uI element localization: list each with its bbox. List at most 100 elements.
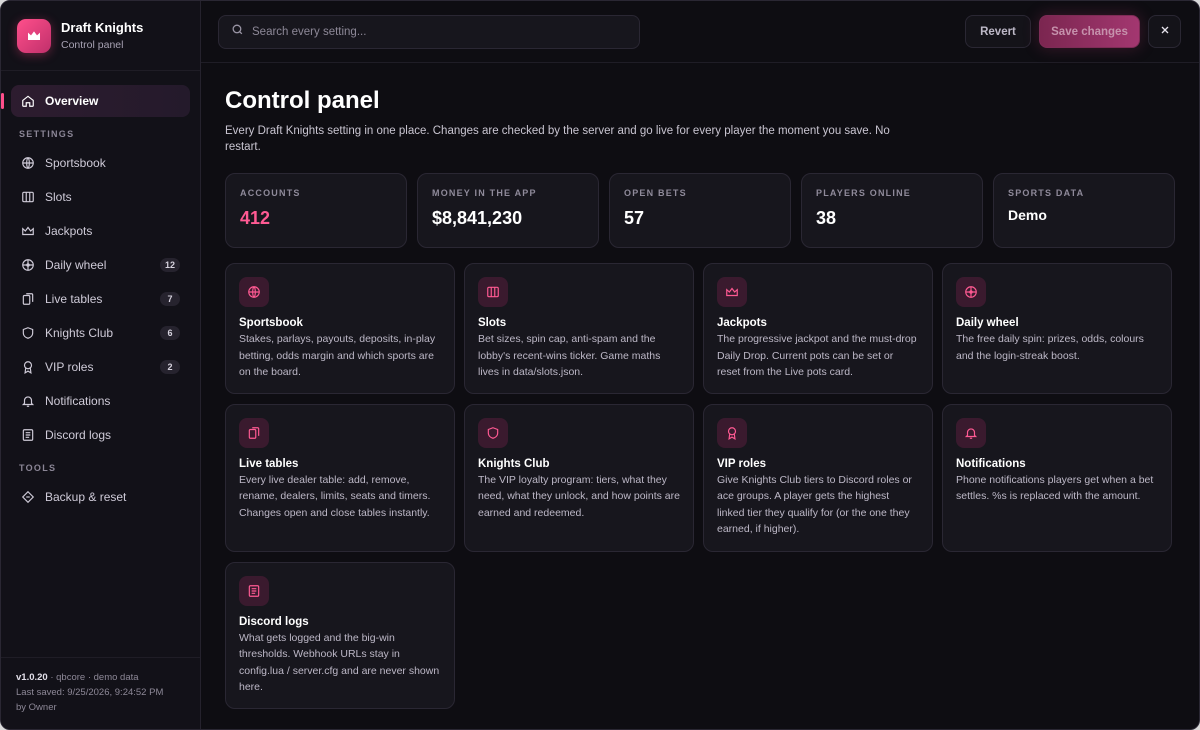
settings-section-label: SETTINGS [19, 129, 75, 139]
card-description: The VIP loyalty program: tiers, what the… [478, 473, 680, 519]
stat-card-money: MONEY IN THE APP $8,841,230 [417, 173, 599, 248]
columns-icon [478, 277, 508, 307]
app-window: Draft Knights Control panel Overview SET… [0, 0, 1200, 730]
card-title: Live tables [239, 457, 299, 470]
stat-value: $8,841,230 [432, 208, 523, 228]
close-icon [1159, 24, 1171, 39]
sidebar-item-slots[interactable]: Slots [11, 181, 190, 213]
search-icon [231, 23, 244, 41]
close-button[interactable] [1148, 15, 1181, 48]
sidebar-item-daily-wheel[interactable]: Daily wheel 12 [11, 249, 190, 281]
version-text: v1.0.20 [16, 672, 48, 683]
main-area: Revert Save changes Control panel Every … [201, 1, 1199, 729]
card-title: Daily wheel [956, 317, 1019, 329]
sidebar-item-sportsbook[interactable]: Sportsbook [11, 147, 190, 179]
brand-name: Draft Knights [61, 20, 144, 35]
columns-icon [21, 190, 35, 204]
sidebar-item-vip-roles[interactable]: VIP roles 2 [11, 351, 190, 383]
card-notifications[interactable]: Notifications Phone notifications player… [942, 403, 1172, 552]
sidebar-item-label: Sportsbook [45, 156, 106, 170]
revert-button[interactable]: Revert [965, 15, 1031, 48]
stat-label: MONEY IN THE APP [432, 188, 537, 198]
card-jackpots[interactable]: Jackpots The progressive jackpot and the… [703, 263, 933, 394]
crown-icon [717, 277, 747, 307]
diamond-arrow-icon [21, 490, 35, 504]
sidebar-footer: v1.0.20 · qbcore · demo data Last saved:… [1, 657, 200, 729]
count-badge: 6 [160, 326, 180, 340]
count-badge: 7 [160, 292, 180, 306]
sidebar-item-overview[interactable]: Overview [1, 85, 190, 117]
card-title: Sportsbook [239, 317, 303, 329]
card-sportsbook[interactable]: Sportsbook Stakes, parlays, payouts, dep… [225, 263, 455, 394]
brand: Draft Knights Control panel [1, 1, 200, 71]
card-title: Knights Club [478, 457, 550, 470]
bell-icon [21, 394, 35, 408]
crown-icon [21, 224, 35, 238]
save-changes-button[interactable]: Save changes [1039, 15, 1140, 48]
document-icon [239, 575, 269, 606]
home-icon [21, 94, 35, 108]
stats-row: ACCOUNTS 412 MONEY IN THE APP $8,841,230… [225, 173, 1175, 248]
sidebar-item-notifications[interactable]: Notifications [11, 385, 190, 417]
shield-icon [21, 326, 35, 340]
card-live-tables[interactable]: Live tables Every live dealer table: add… [225, 403, 455, 552]
stat-card-open-bets: OPEN BETS 57 [609, 173, 791, 248]
page-description: Every Draft Knights setting in one place… [225, 125, 890, 153]
stat-label: PLAYERS ONLINE [816, 188, 911, 198]
sidebar-nav: Overview SETTINGS Sportsbook Slots Jackp… [1, 71, 200, 515]
cards-icon [21, 292, 35, 306]
sidebar-item-backup-reset[interactable]: Backup & reset [11, 481, 190, 513]
topbar: Revert Save changes [201, 1, 1199, 63]
sidebar-item-discord-logs[interactable]: Discord logs [11, 419, 190, 451]
card-description: Every live dealer table: add, remove, re… [239, 473, 431, 519]
stat-value: 38 [816, 208, 837, 228]
sidebar-item-label: Notifications [45, 394, 111, 408]
card-description: Phone notifications players get when a b… [956, 473, 1154, 503]
content: Control panel Every Draft Knights settin… [201, 63, 1199, 709]
crown-logo-icon [17, 18, 51, 53]
stat-value: Demo [1008, 207, 1047, 223]
card-daily-wheel[interactable]: Daily wheel The free daily spin: prizes,… [942, 263, 1172, 394]
card-knights-club[interactable]: Knights Club The VIP loyalty program: ti… [464, 403, 694, 552]
bell-icon [956, 417, 986, 448]
saved-by-text: by Owner [16, 702, 57, 713]
sidebar-item-knights-club[interactable]: Knights Club 6 [11, 317, 190, 349]
sidebar-item-label: Backup & reset [45, 490, 127, 504]
card-title: Jackpots [717, 317, 767, 329]
brand-subtitle: Control panel [61, 39, 124, 51]
sidebar-item-live-tables[interactable]: Live tables 7 [11, 283, 190, 315]
count-badge: 2 [160, 360, 180, 374]
shield-icon [478, 417, 508, 448]
tools-section-label: TOOLS [19, 463, 57, 473]
environment-text: · qbcore · demo data [47, 672, 139, 683]
sidebar-item-label: Slots [45, 190, 72, 204]
sidebar: Draft Knights Control panel Overview SET… [1, 1, 201, 729]
stat-value: 57 [624, 208, 645, 228]
card-description: Bet sizes, spin cap, anti-spam and the l… [478, 333, 661, 378]
search-input[interactable] [252, 25, 627, 38]
sidebar-item-label: Discord logs [45, 428, 112, 442]
card-vip-roles[interactable]: VIP roles Give Knights Club tiers to Dis… [703, 403, 933, 552]
wheel-icon [21, 258, 35, 272]
sidebar-item-label: Overview [45, 94, 99, 108]
sidebar-item-label: Jackpots [45, 224, 93, 238]
award-icon [21, 360, 35, 374]
card-title: Notifications [956, 457, 1026, 470]
stat-card-sports-data: SPORTS DATA Demo [993, 173, 1175, 248]
wheel-icon [956, 277, 986, 307]
card-description: The free daily spin: prizes, odds, colou… [956, 333, 1144, 362]
sidebar-item-label: Knights Club [45, 326, 114, 340]
stat-label: ACCOUNTS [240, 188, 301, 198]
document-icon [21, 428, 35, 442]
card-title: Discord logs [239, 615, 309, 628]
stat-card-players-online: PLAYERS ONLINE 38 [801, 173, 983, 248]
globe-icon [239, 277, 269, 307]
card-slots[interactable]: Slots Bet sizes, spin cap, anti-spam and… [464, 263, 694, 394]
card-description: The progressive jackpot and the must-dro… [717, 333, 917, 378]
sidebar-item-label: Live tables [45, 292, 103, 306]
search-box[interactable] [218, 14, 640, 49]
card-discord-logs[interactable]: Discord logs What gets logged and the bi… [225, 561, 455, 709]
globe-icon [21, 156, 35, 170]
stat-card-accounts: ACCOUNTS 412 [225, 173, 407, 248]
sidebar-item-jackpots[interactable]: Jackpots [11, 215, 190, 247]
